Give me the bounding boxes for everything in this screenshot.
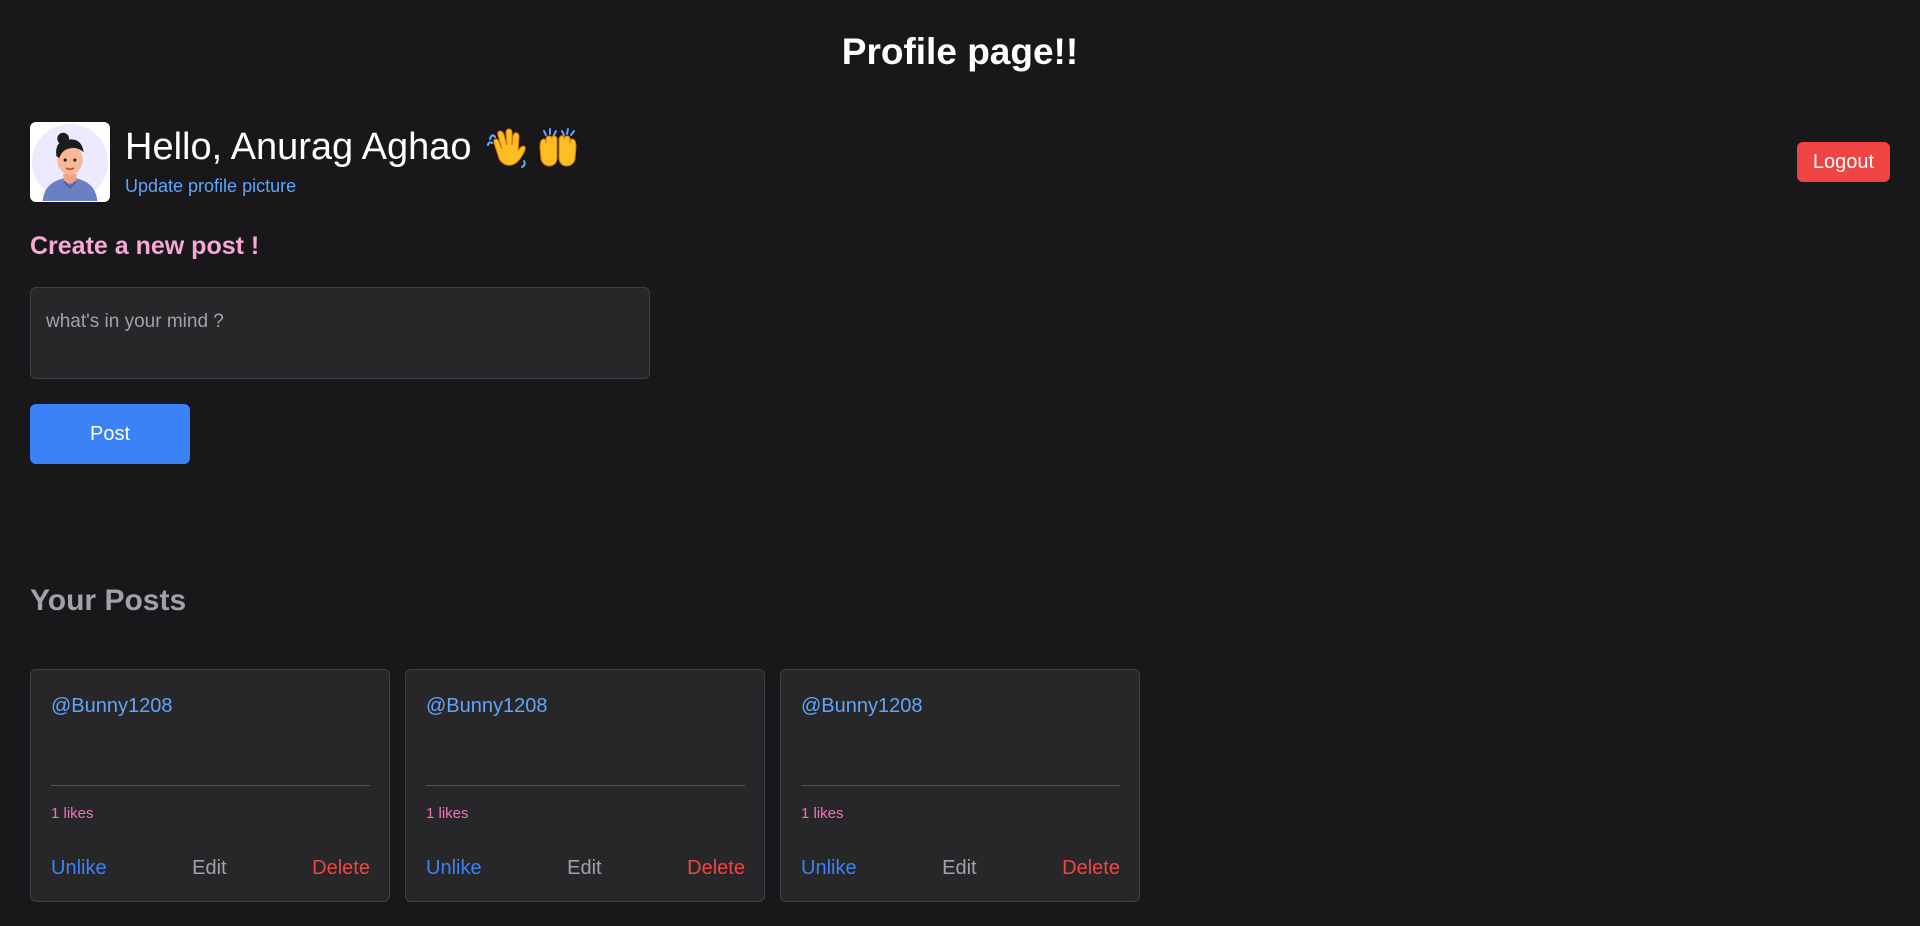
create-post-heading: Create a new post ! — [30, 232, 260, 260]
edit-button[interactable]: Edit — [567, 855, 601, 881]
greeting-emojis — [486, 125, 580, 169]
unlike-button[interactable]: Unlike — [801, 855, 857, 881]
raising-hands-icon — [538, 128, 577, 167]
delete-button[interactable]: Delete — [312, 855, 370, 881]
profile-text: Hello, Anurag Aghao Update profile pictu… — [125, 122, 580, 198]
edit-button[interactable]: Edit — [192, 855, 226, 881]
post-username[interactable]: @Bunny1208 — [426, 693, 548, 719]
delete-button[interactable]: Delete — [687, 855, 745, 881]
unlike-button[interactable]: Unlike — [51, 855, 107, 881]
post-likes-count: 1 likes — [426, 805, 469, 822]
avatar-illustration-icon — [31, 123, 109, 201]
waving-hand-icon — [486, 128, 526, 168]
profile-header: Hello, Anurag Aghao Update profile pictu… — [30, 122, 580, 202]
post-actions: Unlike Edit Delete — [51, 855, 370, 881]
delete-button[interactable]: Delete — [1062, 855, 1120, 881]
post-card: @Bunny1208 1 likes Unlike Edit Delete — [780, 669, 1140, 902]
post-card: @Bunny1208 1 likes Unlike Edit Delete — [405, 669, 765, 902]
update-profile-picture-link[interactable]: Update profile picture — [125, 174, 580, 198]
post-divider — [801, 785, 1120, 786]
post-likes-count: 1 likes — [51, 805, 94, 822]
greeting-text: Hello, Anurag Aghao — [125, 126, 472, 168]
post-actions: Unlike Edit Delete — [801, 855, 1120, 881]
post-username[interactable]: @Bunny1208 — [801, 693, 923, 719]
post-actions: Unlike Edit Delete — [426, 855, 745, 881]
post-card: @Bunny1208 1 likes Unlike Edit Delete — [30, 669, 390, 902]
unlike-button[interactable]: Unlike — [426, 855, 482, 881]
profile-page: Profile page!! Hello, Anurag Aghao Updat… — [0, 0, 1920, 926]
your-posts-heading: Your Posts — [30, 584, 187, 617]
posts-grid: @Bunny1208 1 likes Unlike Edit Delete @B… — [30, 669, 1140, 902]
post-button[interactable]: Post — [30, 404, 190, 464]
post-input[interactable] — [30, 287, 650, 379]
page-title: Profile page!! — [841, 31, 1079, 72]
post-username[interactable]: @Bunny1208 — [51, 693, 173, 719]
post-likes-count: 1 likes — [801, 805, 844, 822]
edit-button[interactable]: Edit — [942, 855, 976, 881]
post-divider — [51, 785, 370, 786]
greeting-line: Hello, Anurag Aghao — [125, 122, 580, 172]
post-divider — [426, 785, 745, 786]
avatar — [30, 122, 110, 202]
logout-button[interactable]: Logout — [1797, 142, 1890, 182]
